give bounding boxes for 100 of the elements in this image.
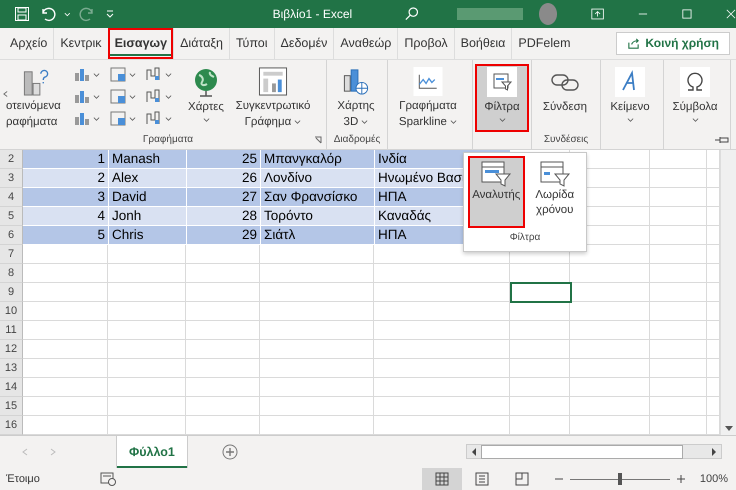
row-header[interactable]: 13 — [0, 358, 23, 378]
sparkline-button[interactable]: Γραφήματα Sparkline — [390, 64, 466, 132]
ribbon-tab[interactable]: Εισαγωγ — [108, 28, 174, 60]
ribbon-tab[interactable]: Αναθεώρ — [333, 28, 398, 60]
table-cell[interactable]: David — [109, 188, 187, 207]
page-break-icon — [514, 472, 529, 486]
link-button[interactable]: Σύνδεση — [534, 64, 596, 132]
caret-icon — [165, 70, 172, 78]
row-header[interactable]: 11 — [0, 320, 23, 340]
scroll-left-icon[interactable] — [471, 448, 477, 456]
row-header[interactable]: 16 — [0, 416, 23, 435]
table-cell[interactable]: 3 — [23, 188, 109, 207]
table-cell[interactable]: 29 — [187, 226, 261, 245]
caret-icon — [294, 118, 302, 124]
dialog-launcher-icon[interactable] — [314, 136, 322, 144]
ribbon-tab[interactable]: Προβολ — [397, 28, 454, 60]
sheet-tab[interactable]: Φύλλο1 — [116, 436, 188, 468]
table-cell[interactable]: Σαν Φρανσίσκο — [261, 188, 375, 207]
caret-icon — [93, 114, 100, 122]
scrollbar-thumb[interactable] — [481, 444, 683, 459]
row-header[interactable]: 10 — [0, 302, 23, 321]
scroll-right-icon[interactable] — [711, 448, 717, 456]
close-icon[interactable] — [726, 8, 736, 20]
scroll-left-icon[interactable] — [3, 90, 8, 98]
filters-button[interactable]: Φίλτρα — [475, 64, 529, 132]
table-cell[interactable]: 28 — [187, 206, 261, 226]
group-label: Φίλτρα — [508, 232, 542, 243]
timeline-icon — [538, 160, 571, 188]
sparkline-icon — [412, 66, 444, 97]
pivot-chart-button[interactable]: Συγκεντρωτικό Γράφημα — [230, 64, 316, 132]
slider-thumb[interactable] — [618, 473, 622, 485]
caret-icon — [202, 116, 210, 123]
group-label: Συνδέσεις — [544, 134, 588, 145]
search-icon[interactable] — [404, 4, 420, 23]
table-cell[interactable]: 1 — [23, 150, 109, 169]
table-cell[interactable]: Λονδίνο — [261, 168, 375, 188]
zoom-in-icon[interactable] — [676, 474, 686, 484]
table-cell[interactable]: Jonh — [109, 206, 187, 226]
recommended-charts-button[interactable]: οτεινόμενα ραφήματα — [6, 64, 66, 132]
filter-icon — [486, 66, 518, 98]
row-header[interactable]: 15 — [0, 396, 23, 416]
ribbon-tab[interactable]: Κεντρικ — [53, 28, 108, 60]
row-header[interactable]: 2 — [0, 150, 23, 169]
row-header[interactable]: 8 — [0, 264, 23, 283]
horizontal-scrollbar[interactable] — [466, 444, 722, 460]
caret-icon — [692, 116, 698, 123]
group-label: Γραφήματα — [142, 134, 194, 145]
pin-icon[interactable] — [714, 134, 730, 145]
slicer-button[interactable]: Αναλυτής — [468, 156, 524, 228]
table-cell[interactable]: Σιάτλ — [261, 226, 375, 245]
caret-icon — [129, 114, 136, 122]
ribbon-tab[interactable]: Τύποι — [228, 28, 274, 60]
table-cell[interactable]: Τορόντο — [261, 206, 375, 226]
row-header[interactable]: 6 — [0, 226, 23, 245]
caret-icon — [361, 118, 368, 124]
ribbon-tab[interactable]: PDFelem — [511, 28, 576, 60]
normal-view-button[interactable] — [422, 468, 462, 490]
add-sheet-icon[interactable] — [222, 444, 238, 460]
maximize-icon[interactable] — [682, 8, 692, 20]
table-cell[interactable]: 27 — [187, 188, 261, 207]
ribbon-display-icon[interactable] — [591, 6, 604, 21]
table-cell[interactable]: Manash — [109, 150, 187, 169]
table-cell[interactable]: Alex — [109, 168, 187, 188]
save-icon[interactable] — [14, 6, 30, 22]
row-header[interactable]: 12 — [0, 340, 23, 359]
accessibility-icon[interactable] — [100, 472, 116, 486]
table-cell[interactable]: 2 — [23, 168, 109, 188]
grid-icon — [434, 472, 449, 486]
caret-icon — [498, 116, 506, 123]
ribbon-tab[interactable]: Διάταξη — [173, 28, 229, 60]
selected-cell[interactable] — [511, 282, 571, 302]
table-cell[interactable]: 25 — [187, 150, 261, 169]
3d-map-button[interactable]: Χάρτης 3D — [329, 64, 383, 132]
ribbon-tab[interactable]: Δεδομέν — [274, 28, 334, 60]
table-cell[interactable]: Μπανγκαλόρ — [261, 150, 375, 169]
ribbon-tab[interactable]: Αρχείο — [0, 28, 54, 60]
chart-icon — [109, 66, 127, 82]
share-button[interactable]: Κοινή χρήση — [616, 32, 730, 56]
vertical-scrollbar[interactable] — [720, 150, 736, 435]
row-header[interactable]: 14 — [0, 378, 23, 397]
scroll-down-icon[interactable] — [724, 424, 734, 432]
row-header[interactable]: 5 — [0, 206, 23, 226]
row-header[interactable]: 4 — [0, 188, 23, 207]
row-header[interactable]: 3 — [0, 168, 23, 188]
table-cell[interactable]: Chris — [109, 226, 187, 245]
text-button[interactable]: Κείμενο — [603, 64, 657, 132]
window-title: Βιβλίο1 - Excel — [272, 6, 354, 21]
timeline-button[interactable]: Λωρίδα χρόνου — [526, 156, 583, 228]
row-header[interactable]: 7 — [0, 244, 23, 264]
symbols-button[interactable]: Σύμβολα — [666, 64, 724, 132]
customize-icon[interactable] — [104, 8, 115, 19]
table-cell[interactable]: 4 — [23, 206, 109, 226]
page-icon — [474, 472, 489, 486]
row-header[interactable]: 9 — [0, 282, 23, 302]
caret-icon — [93, 92, 100, 100]
caret-icon — [165, 114, 172, 122]
table-cell[interactable]: 26 — [187, 168, 261, 188]
ribbon-tab[interactable]: Βοήθεια — [454, 28, 512, 60]
table-cell[interactable]: 5 — [23, 226, 109, 245]
maps-button[interactable]: Χάρτες — [184, 64, 228, 132]
